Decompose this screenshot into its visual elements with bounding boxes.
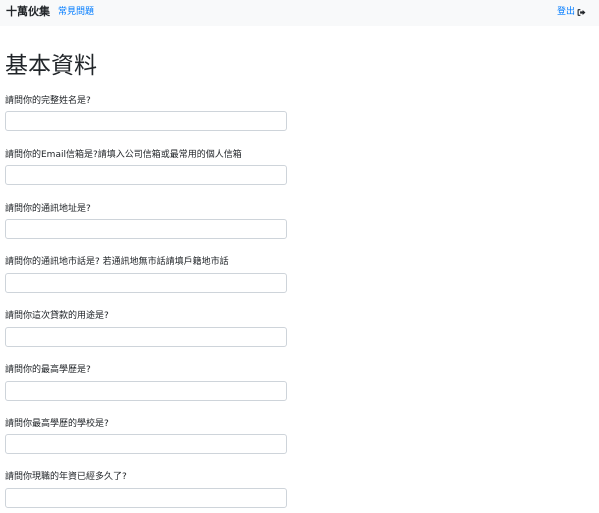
education-label: 請問你的最高學歷是?	[5, 365, 91, 375]
logout-link[interactable]: 登出	[557, 6, 586, 18]
brand-logo[interactable]: 十萬伙集	[6, 5, 50, 19]
landline-label: 請問你的通訊地市話是? 若通訊地無市話請填戶籍地市話	[5, 257, 229, 267]
faq-link[interactable]: 常見問題	[58, 6, 94, 18]
page-title: 基本資料	[5, 53, 97, 79]
education-input[interactable]	[5, 381, 287, 401]
sign-out-icon	[577, 8, 586, 17]
email-input[interactable]	[5, 165, 287, 185]
email-label: 請問你的Email信箱是?請填入公司信箱或最常用的個人信箱	[5, 150, 242, 160]
loan-purpose-input[interactable]	[5, 327, 287, 347]
full-name-label: 請問你的完整姓名是?	[5, 96, 91, 106]
job-tenure-label: 請問你現職的年資已經多久了?	[5, 472, 127, 482]
logout-label: 登出	[556, 7, 575, 17]
school-input[interactable]	[5, 434, 287, 454]
full-name-input[interactable]	[5, 111, 287, 131]
job-tenure-input[interactable]	[5, 488, 287, 508]
landline-input[interactable]	[5, 273, 287, 293]
address-input[interactable]	[5, 219, 287, 239]
address-label: 請問你的通訊地址是?	[5, 204, 91, 214]
top-navbar: 十萬伙集 常見問題 登出	[0, 0, 599, 26]
loan-purpose-label: 請問你這次貸款的用途是?	[5, 311, 109, 321]
school-label: 請問你最高學歷的學校是?	[5, 419, 109, 429]
